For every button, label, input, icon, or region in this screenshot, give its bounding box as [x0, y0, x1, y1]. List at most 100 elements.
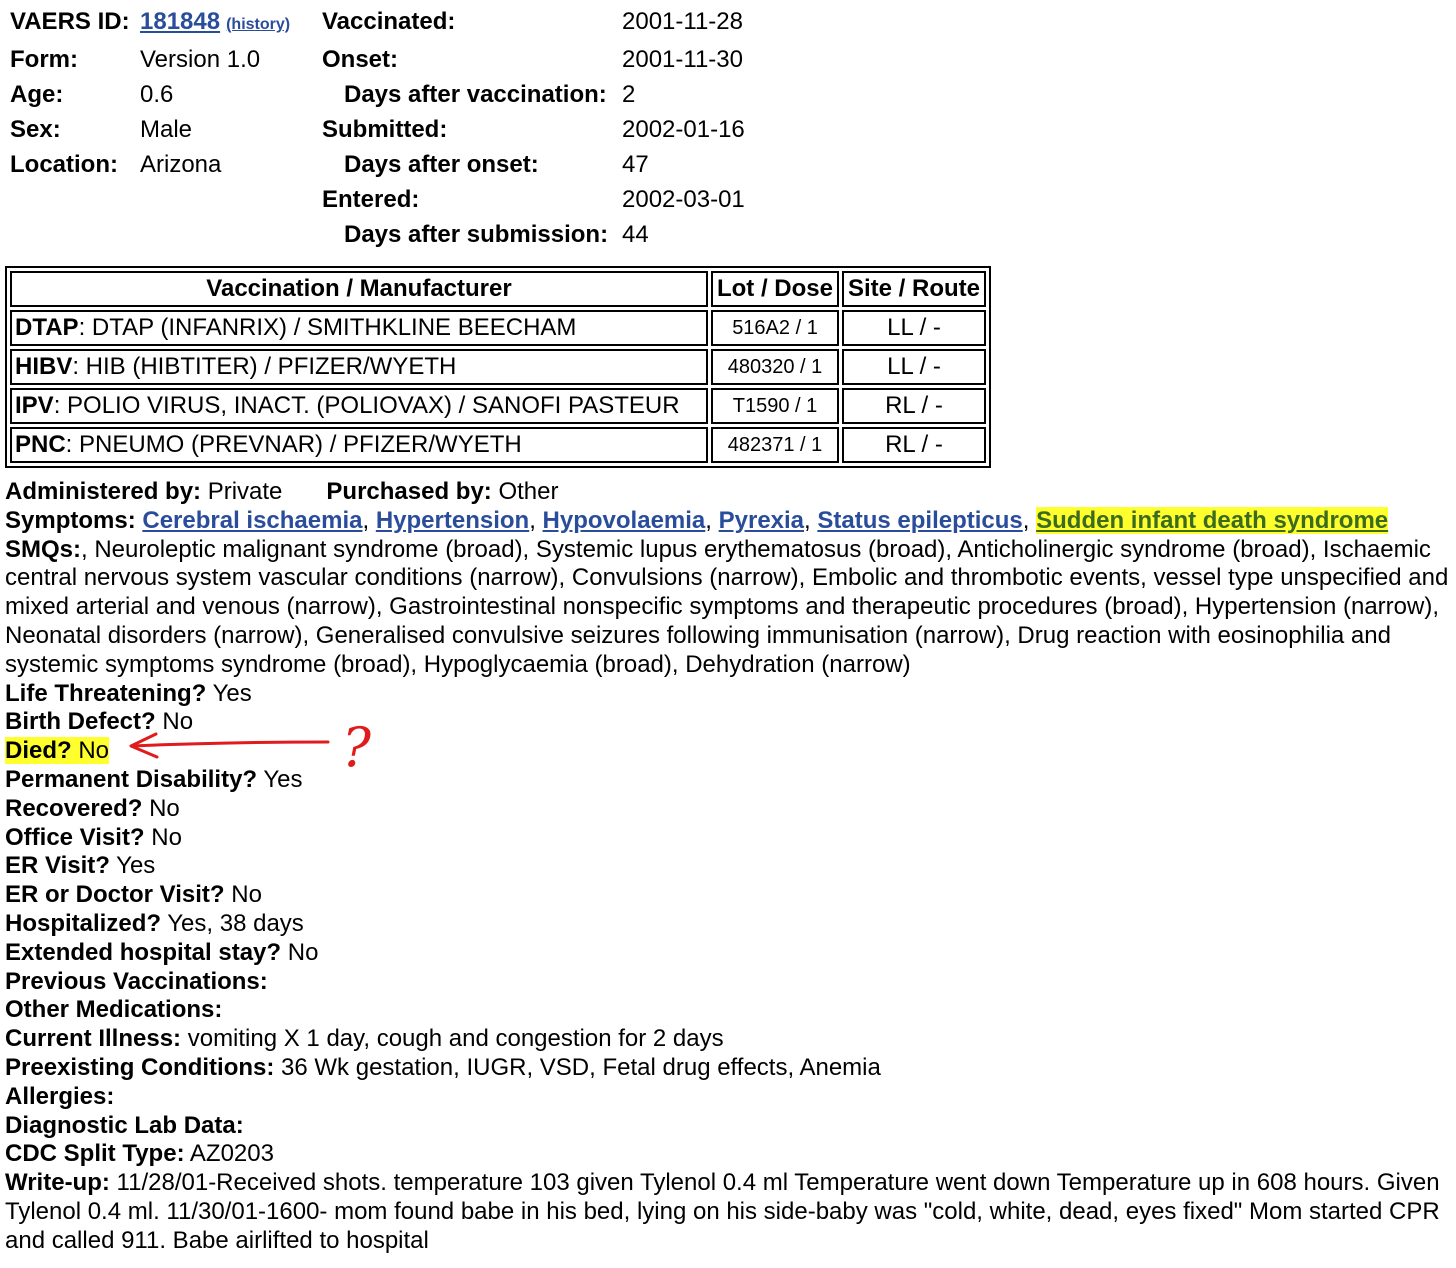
symptom-link[interactable]: Status epilepticus	[817, 507, 1022, 534]
perm-disability-label: Permanent Disability?	[5, 765, 258, 793]
vaccine-name: : DTAP (INFANRIX) / SMITHKLINE BEECHAM	[78, 314, 577, 341]
administered-label: Administered by:	[5, 478, 202, 505]
symptom-link-sids[interactable]: Sudden infant death syndrome	[1036, 507, 1388, 534]
onset-value: 2001-11-30	[622, 46, 743, 73]
site-route-cell: LL / -	[842, 310, 986, 346]
symptoms-label: Symptoms:	[5, 506, 136, 534]
age-value: 0.6	[140, 81, 174, 108]
history-link[interactable]: (history)	[226, 16, 290, 33]
vaccine-name: : HIB (HIBTITER) / PFIZER/WYETH	[72, 353, 457, 380]
vaccine-cell: DTAP: DTAP (INFANRIX) / SMITHKLINE BEECH…	[10, 310, 708, 346]
cdc-split-value: AZ0203	[189, 1140, 274, 1168]
office-visit-row: Office Visit? No	[5, 824, 1451, 853]
vaers-id-link[interactable]: 181848	[140, 8, 220, 35]
perm-disability-value: Yes	[263, 765, 303, 793]
location-value: Arizona	[140, 151, 222, 178]
vaccine-cell: IPV: POLIO VIRUS, INACT. (POLIOVAX) / SA…	[10, 388, 708, 424]
preexisting-label: Preexisting Conditions:	[5, 1053, 275, 1081]
writeup-label: Write-up:	[5, 1169, 110, 1197]
administered-value: Private	[207, 478, 283, 505]
sex-value: Male	[140, 116, 193, 143]
current-illness-value: vomiting X 1 day, cough and congestion f…	[187, 1025, 724, 1053]
vaccine-code: HIBV	[15, 353, 73, 380]
table-row: IPV: POLIO VIRUS, INACT. (POLIOVAX) / SA…	[10, 388, 986, 424]
died-row: Died? No	[5, 737, 1451, 766]
life-threatening-label: Life Threatening?	[5, 679, 207, 707]
perm-disability-row: Permanent Disability? Yes	[5, 766, 1451, 795]
table-row: DTAP: DTAP (INFANRIX) / SMITHKLINE BEECH…	[10, 310, 986, 346]
cdc-split-label: CDC Split Type:	[5, 1140, 185, 1168]
days-after-submission-value: 44	[622, 221, 649, 248]
extended-stay-value: No	[287, 938, 319, 966]
col-header-site: Site / Route	[842, 271, 986, 307]
smqs-label: SMQs:	[5, 535, 82, 563]
days-after-onset-value: 47	[622, 151, 649, 178]
form-value: Version 1.0	[140, 46, 261, 73]
administered-row: Administered by: Private Purchased by: Ot…	[5, 478, 1451, 507]
sex-label: Sex:	[10, 116, 61, 143]
report-details: Administered by: Private Purchased by: Ot…	[5, 478, 1451, 1256]
smqs-value: , Neuroleptic malignant syndrome (broad)…	[5, 535, 1449, 678]
er-visit-value: Yes	[116, 852, 156, 880]
vaccine-code: IPV	[15, 392, 54, 419]
highlight-died: Died? No	[5, 737, 110, 765]
hospitalized-value: Yes, 38 days	[167, 909, 304, 937]
prev-vax-label: Previous Vaccinations:	[5, 967, 268, 995]
days-after-vax-value: 2	[622, 81, 636, 108]
vaers-id-cell: 181848 (history)	[140, 4, 322, 42]
birth-defect-label: Birth Defect?	[5, 708, 156, 736]
preexisting-row: Preexisting Conditions: 36 Wk gestation,…	[5, 1054, 1451, 1083]
extended-stay-label: Extended hospital stay?	[5, 938, 282, 966]
other-meds-label: Other Medications:	[5, 996, 223, 1024]
vaccine-name: : PNEUMO (PREVNAR) / PFIZER/WYETH	[65, 431, 522, 458]
entered-value: 2002-03-01	[622, 186, 745, 213]
allergies-label: Allergies:	[5, 1082, 115, 1110]
site-route-cell: RL / -	[842, 427, 986, 463]
life-threatening-value: Yes	[212, 679, 252, 707]
er-visit-label: ER Visit?	[5, 852, 110, 880]
office-visit-label: Office Visit?	[5, 823, 145, 851]
form-label: Form:	[10, 46, 78, 73]
recovered-value: No	[149, 794, 180, 822]
life-threatening-row: Life Threatening? Yes	[5, 680, 1451, 709]
recovered-row: Recovered? No	[5, 795, 1451, 824]
vaccine-cell: PNC: PNEUMO (PREVNAR) / PFIZER/WYETH	[10, 427, 708, 463]
cdc-split-row: CDC Split Type: AZ0203	[5, 1140, 1451, 1169]
lab-row: Diagnostic Lab Data:	[5, 1112, 1451, 1141]
symptom-link[interactable]: Hypovolaemia	[543, 507, 706, 534]
current-illness-label: Current Illness:	[5, 1025, 182, 1053]
vaccination-table: Vaccination / Manufacturer Lot / Dose Si…	[5, 266, 991, 468]
vaccine-code: PNC	[15, 431, 66, 458]
lot-dose-cell: 516A2 / 1	[711, 310, 839, 346]
smqs-row: SMQs:, Neuroleptic malignant syndrome (b…	[5, 536, 1451, 680]
symptom-link[interactable]: Pyrexia	[719, 507, 804, 534]
hospitalized-row: Hospitalized? Yes, 38 days	[5, 910, 1451, 939]
report-header: VAERS ID: 181848 (history) Vaccinated: 20…	[10, 4, 745, 252]
er-doctor-label: ER or Doctor Visit?	[5, 881, 225, 909]
current-illness-row: Current Illness: vomiting X 1 day, cough…	[5, 1025, 1451, 1054]
er-doctor-value: No	[231, 881, 262, 909]
preexisting-value: 36 Wk gestation, IUGR, VSD, Fetal drug e…	[281, 1053, 881, 1081]
lot-dose-cell: T1590 / 1	[711, 388, 839, 424]
allergies-row: Allergies:	[5, 1083, 1451, 1112]
purchased-label: Purchased by:	[326, 478, 492, 505]
table-row: HIBV: HIB (HIBTITER) / PFIZER/WYETH 4803…	[10, 349, 986, 385]
days-after-onset-label: Days after onset:	[344, 151, 539, 178]
submitted-label: Submitted:	[322, 116, 448, 143]
onset-label: Onset:	[322, 46, 399, 73]
writeup-row: Write-up: 11/28/01-Received shots. tempe…	[5, 1169, 1451, 1255]
vaccine-name: : POLIO VIRUS, INACT. (POLIOVAX) / SANOF…	[53, 392, 680, 419]
days-after-vax-label: Days after vaccination:	[344, 81, 607, 108]
symptoms-row: Symptoms: Cerebral ischaemia, Hypertensi…	[5, 506, 1389, 534]
er-doctor-row: ER or Doctor Visit? No	[5, 881, 1451, 910]
submitted-value: 2002-01-16	[622, 116, 745, 143]
symptom-link[interactable]: Cerebral ischaemia	[142, 507, 362, 534]
hospitalized-label: Hospitalized?	[5, 909, 162, 937]
symptom-link[interactable]: Hypertension	[376, 507, 529, 534]
lab-label: Diagnostic Lab Data:	[5, 1111, 244, 1139]
purchased-value: Other	[498, 478, 559, 505]
days-after-submission-label: Days after submission:	[344, 221, 609, 248]
col-header-lot: Lot / Dose	[711, 271, 839, 307]
writeup-value: 11/28/01-Received shots. temperature 103…	[5, 1169, 1440, 1254]
prev-vax-row: Previous Vaccinations:	[5, 968, 1451, 997]
